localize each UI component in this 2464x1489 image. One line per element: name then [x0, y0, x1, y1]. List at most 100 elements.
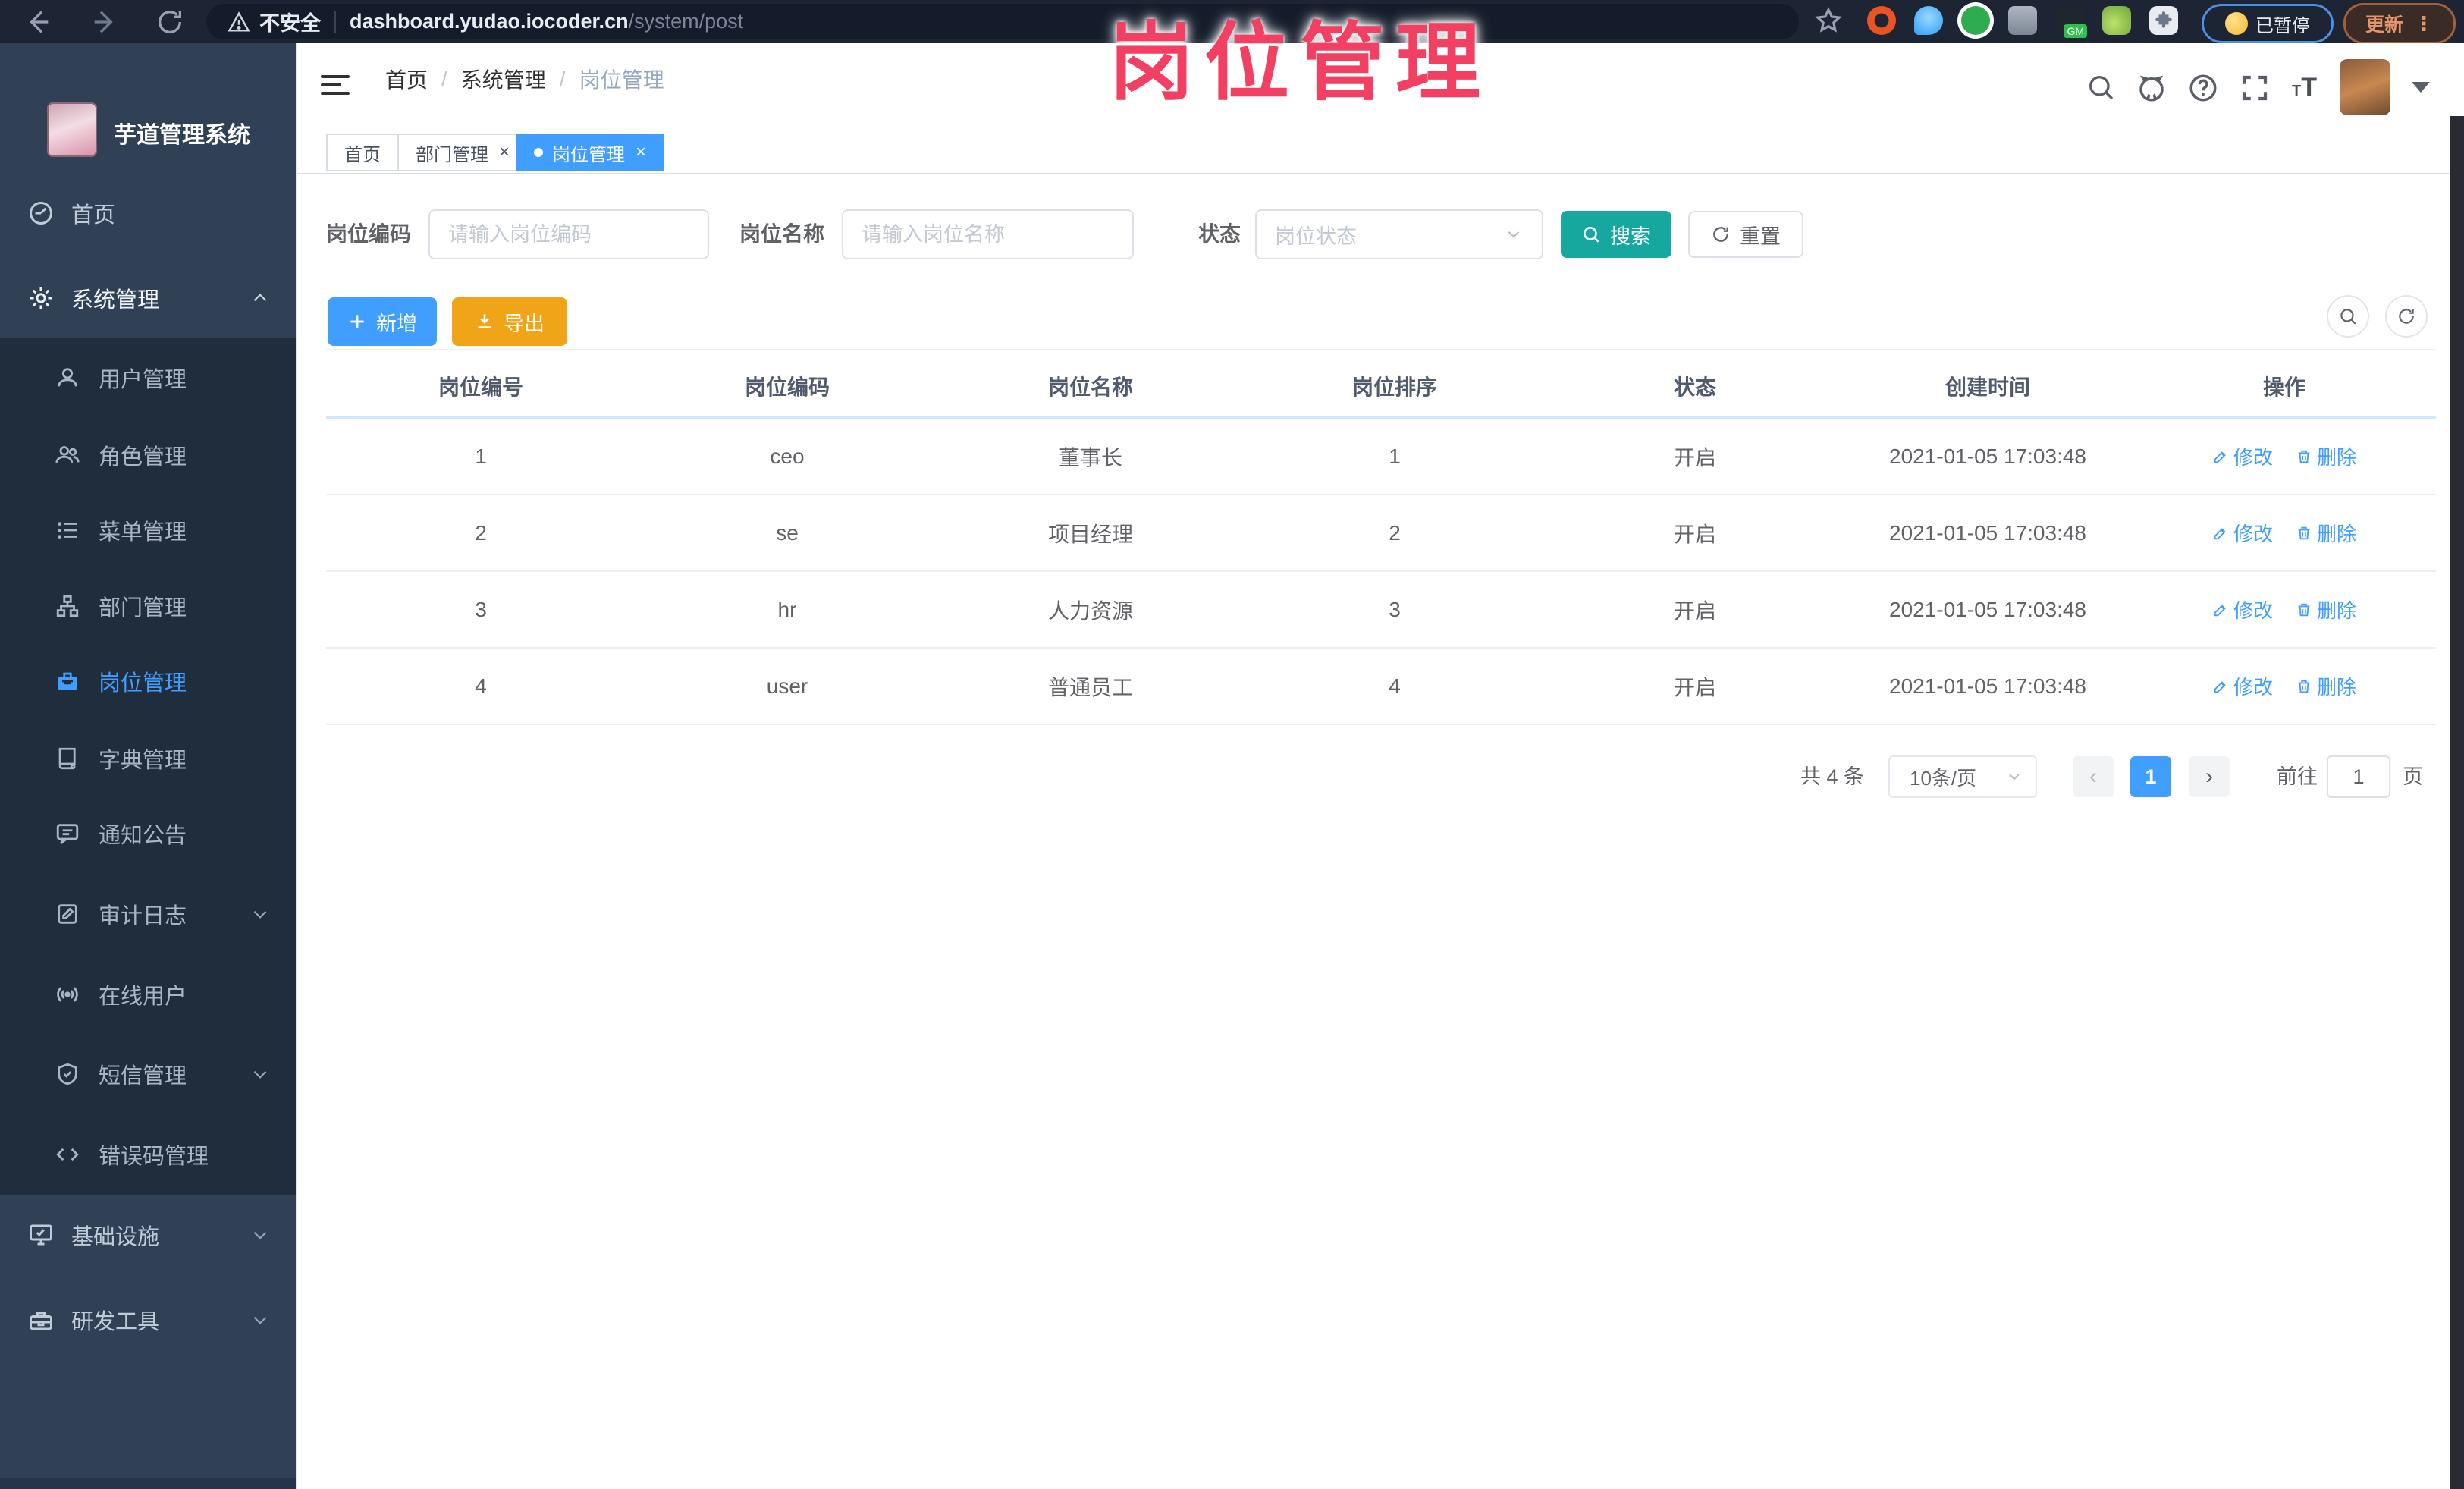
refresh-icon: [1713, 227, 1728, 242]
reset-button[interactable]: 重置: [1688, 211, 1803, 258]
vertical-scrollbar[interactable]: [2450, 116, 2464, 1489]
sidebar-item-dictionary[interactable]: 字典管理: [0, 721, 296, 796]
edit-link[interactable]: 修改: [2212, 519, 2273, 547]
caret-down-icon[interactable]: [2412, 82, 2430, 93]
status-select[interactable]: 岗位状态: [1255, 209, 1543, 259]
tab-close-icon[interactable]: ×: [636, 143, 646, 162]
browser-menu-icon[interactable]: ⋮: [2414, 12, 2434, 36]
browser-update-button[interactable]: 更新 ⋮: [2343, 3, 2456, 44]
prev-page-button[interactable]: ‹: [2073, 756, 2114, 797]
sidebar-item-menus[interactable]: 菜单管理: [0, 492, 296, 568]
column-header: 岗位编号: [438, 375, 523, 399]
cell-post-code: ceo: [770, 444, 805, 468]
breadcrumb-home[interactable]: 首页: [385, 64, 428, 94]
page-size-select[interactable]: 10条/页: [1888, 755, 2037, 798]
browser-back-icon[interactable]: [23, 7, 53, 37]
edit-link[interactable]: 修改: [2212, 595, 2273, 624]
table-row[interactable]: 4 user 普通员工 4 开启 2021-01-05 17:03:48 修改 …: [326, 649, 2436, 725]
column-header: 岗位排序: [1351, 375, 1437, 399]
browser-reload-icon[interactable]: [155, 7, 185, 37]
sidebar-item-error-codes[interactable]: 错误码管理: [0, 1117, 296, 1192]
header-search-icon[interactable]: [2086, 72, 2116, 102]
delete-link[interactable]: 删除: [2296, 672, 2356, 700]
status-label: 状态: [1198, 222, 1241, 246]
column-header: 创建时间: [1945, 375, 2030, 399]
app-logo: [47, 102, 97, 157]
bookmark-star-icon[interactable]: [1814, 6, 1844, 36]
help-icon[interactable]: [2187, 72, 2218, 102]
extension-gray-icon[interactable]: [2008, 6, 2037, 35]
export-button[interactable]: 导出: [452, 297, 567, 346]
extensions-puzzle-icon[interactable]: [2149, 6, 2178, 35]
next-page-button[interactable]: ›: [2189, 756, 2230, 797]
edit-link[interactable]: 修改: [2212, 442, 2273, 470]
sidebar-item-online-users[interactable]: 在线用户: [0, 957, 296, 1032]
post-name-input[interactable]: [842, 209, 1134, 259]
shield-icon: [55, 1061, 80, 1087]
chevron-down-icon: [1504, 225, 1524, 244]
search-button-label: 搜索: [1610, 225, 1651, 248]
insecure-warning-icon: [228, 11, 250, 33]
fullscreen-icon[interactable]: [2239, 72, 2269, 102]
table-row[interactable]: 2 se 项目经理 2 开启 2021-01-05 17:03:48 修改 删除: [326, 495, 2436, 572]
column-header: 岗位编码: [744, 375, 830, 399]
sidebar-item-infrastructure[interactable]: 基础设施: [0, 1197, 296, 1273]
tab-departments[interactable]: 部门管理 ×: [397, 134, 529, 171]
toggle-search-button[interactable]: [2327, 295, 2369, 338]
cell-post-id: 3: [475, 597, 487, 621]
sidebar-item-roles[interactable]: 角色管理: [0, 417, 296, 493]
browser-forward-icon[interactable]: [89, 7, 120, 37]
extension-green-icon[interactable]: [2102, 6, 2131, 35]
sidebar-item-posts[interactable]: 岗位管理: [0, 643, 296, 719]
extension-orange-icon[interactable]: [1867, 6, 1896, 35]
briefcase-icon: [55, 668, 80, 694]
cell-post-code: se: [776, 520, 799, 545]
broadcast-icon: [55, 982, 80, 1007]
breadcrumb-section[interactable]: 系统管理: [461, 64, 546, 94]
monitor-icon: [27, 1221, 55, 1249]
edit-icon: [2214, 527, 2226, 539]
annotation-watermark: 岗位管理: [1109, 15, 1491, 110]
sidebar-item-sms[interactable]: 短信管理: [0, 1036, 296, 1112]
security-label[interactable]: 不安全: [259, 7, 321, 36]
sidebar-toggle-icon[interactable]: [321, 75, 350, 99]
extension-gm-icon[interactable]: GM: [2055, 6, 2087, 38]
edit-link[interactable]: 修改: [2212, 672, 2273, 700]
tab-posts[interactable]: 岗位管理 ×: [516, 134, 665, 171]
goto-page-input[interactable]: [2327, 755, 2390, 798]
post-code-input[interactable]: [428, 209, 709, 259]
sidebar-item-departments[interactable]: 部门管理: [0, 568, 296, 644]
delete-link[interactable]: 删除: [2296, 595, 2356, 624]
chevron-down-icon: [250, 1310, 270, 1330]
delete-link[interactable]: 删除: [2296, 519, 2356, 547]
sidebar-item-system[interactable]: 系统管理: [0, 260, 296, 336]
sidebar-item-label: 首页: [71, 203, 116, 228]
user-icon: [55, 365, 80, 391]
sidebar-item-audit-log[interactable]: 审计日志: [0, 876, 296, 952]
address-bar[interactable]: 不安全 dashboard.yudao.iocoder.cn/system/po…: [206, 4, 1799, 39]
extension-blue-drop-icon[interactable]: [1914, 6, 1943, 35]
active-tab-dot: [534, 148, 543, 157]
sidebar-item-label: 部门管理: [99, 596, 187, 620]
user-avatar[interactable]: [2340, 59, 2390, 115]
add-button[interactable]: 新增: [328, 297, 437, 346]
sidebar-item-home[interactable]: 首页: [0, 175, 296, 251]
table-row[interactable]: 1 ceo 董事长 1 开启 2021-01-05 17:03:48 修改 删除: [326, 419, 2436, 495]
cell-post-id: 2: [475, 520, 487, 545]
github-icon[interactable]: [2136, 72, 2166, 102]
tab-home[interactable]: 首页: [326, 134, 399, 171]
extension-green-check-icon[interactable]: [1961, 6, 1990, 35]
search-button[interactable]: 搜索: [1561, 211, 1671, 258]
tab-close-icon[interactable]: ×: [499, 143, 510, 162]
table-row[interactable]: 3 hr 人力资源 3 开启 2021-01-05 17:03:48 修改 删除: [326, 572, 2436, 649]
delete-link[interactable]: 删除: [2296, 442, 2356, 470]
font-size-icon[interactable]: TT: [2292, 73, 2317, 102]
profile-paused-badge[interactable]: 已暂停: [2202, 4, 2334, 43]
sidebar-item-users[interactable]: 用户管理: [0, 340, 296, 416]
refresh-table-button[interactable]: [2385, 295, 2428, 338]
breadcrumb-current: 岗位管理: [579, 68, 664, 92]
current-page-button[interactable]: 1: [2130, 756, 2171, 797]
sidebar-item-dev-tools[interactable]: 研发工具: [0, 1282, 296, 1358]
download-icon: [478, 314, 491, 328]
sidebar-item-notices[interactable]: 通知公告: [0, 796, 296, 872]
